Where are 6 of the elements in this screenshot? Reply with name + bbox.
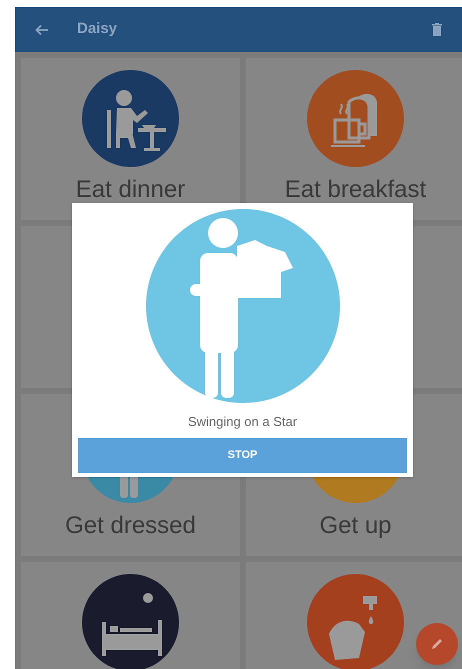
app-bar-title: Daisy [77,19,118,40]
activity-label: Eat dinner [76,175,186,205]
track-title: Swinging on a Star [188,413,298,431]
activity-label: Get dressed [65,511,196,541]
activity-label: Eat breakfast [284,175,426,205]
activity-label: Get up [319,511,392,541]
